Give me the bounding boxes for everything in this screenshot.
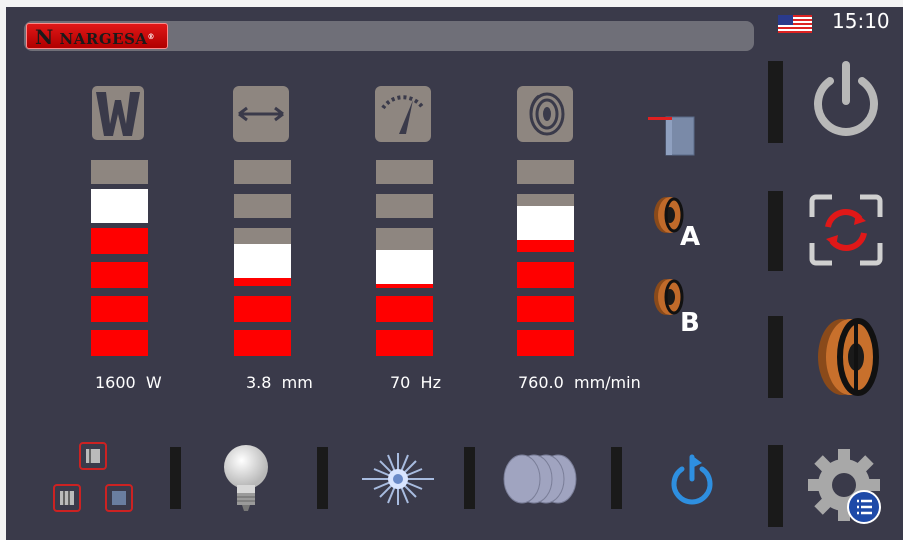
frequency-level-seg-6 — [376, 296, 433, 322]
wire-speed-level-seg-7 — [517, 330, 574, 356]
power-w-icon — [90, 84, 146, 140]
laser-button[interactable] — [358, 447, 438, 511]
power-level-seg-5 — [91, 296, 148, 322]
right-separator-3 — [768, 316, 783, 398]
clock: 15:10 — [832, 9, 890, 33]
wire-feed-block-icon[interactable] — [646, 111, 698, 161]
right-separator-4 — [768, 445, 783, 527]
width-level-seg-6 — [234, 296, 291, 322]
power-value: 1600 W — [95, 373, 162, 392]
width-arrows-icon — [233, 86, 289, 142]
spool-a-label: A — [680, 222, 700, 249]
bottom-separator-3 — [464, 447, 475, 509]
wire-spool-icon — [517, 86, 573, 142]
brand-name: NARGESA — [59, 30, 148, 48]
width-level-seg-1 — [234, 160, 291, 184]
width-level-seg-3 — [234, 228, 291, 244]
power-off-button[interactable] — [806, 59, 886, 145]
power-cycle-blue-icon[interactable] — [664, 453, 720, 509]
width-level-seg-5 — [234, 278, 291, 286]
bottom-separator-1 — [170, 447, 181, 509]
frequency-level-seg-3 — [376, 228, 433, 250]
width-level-seg-4 — [234, 244, 291, 278]
width-value: 3.8 mm — [246, 373, 313, 392]
frequency-level-seg-7 — [376, 330, 433, 356]
spool-b-label: B — [680, 308, 700, 331]
modules-button[interactable] — [50, 439, 136, 517]
frequency-value: 70 Hz — [390, 373, 441, 392]
power-level-seg-4 — [91, 262, 148, 288]
screen: N NARGESA® 15:10 1600 W 3.8 mm 70 Hz 760… — [6, 7, 903, 540]
wire-speed-level-seg-2 — [517, 194, 574, 206]
wire-spool-button[interactable] — [810, 313, 890, 403]
registered-mark: ® — [147, 32, 156, 41]
gauge-icon — [375, 86, 431, 142]
power-level-seg-6 — [91, 330, 148, 356]
frequency-level-seg-5 — [376, 284, 433, 288]
wire-speed-level-seg-6 — [517, 296, 574, 322]
right-separator-2 — [768, 191, 783, 271]
wire-speed-level-seg-3 — [517, 206, 574, 240]
welding-layers-button[interactable] — [500, 453, 584, 505]
wire-speed-value: 760.0 mm/min — [518, 373, 641, 392]
power-level-seg-3 — [91, 228, 148, 254]
wire-speed-level-seg-1 — [517, 160, 574, 184]
frequency-level-seg-1 — [376, 160, 433, 184]
frequency-level-seg-4 — [376, 250, 433, 284]
right-separator-1 — [768, 61, 783, 143]
brand-initial: N — [35, 25, 54, 49]
light-bulb-button[interactable] — [216, 441, 276, 521]
reset-cycle-button[interactable] — [806, 191, 886, 269]
spool-b-icon[interactable]: B — [646, 275, 706, 331]
power-level-seg-2 — [91, 189, 148, 223]
wire-speed-level-seg-4 — [517, 240, 574, 252]
settings-gear-button[interactable] — [806, 445, 890, 533]
bottom-separator-4 — [611, 447, 622, 509]
wire-speed-level-seg-5 — [517, 262, 574, 288]
frequency-level-seg-2 — [376, 194, 433, 218]
width-level-seg-2 — [234, 194, 291, 218]
us-flag-icon[interactable] — [778, 15, 812, 33]
brand-logo: N NARGESA® — [26, 23, 168, 49]
spool-a-icon[interactable]: A — [646, 193, 706, 249]
bottom-separator-2 — [317, 447, 328, 509]
width-level-seg-7 — [234, 330, 291, 356]
power-level-seg-1 — [91, 160, 148, 184]
